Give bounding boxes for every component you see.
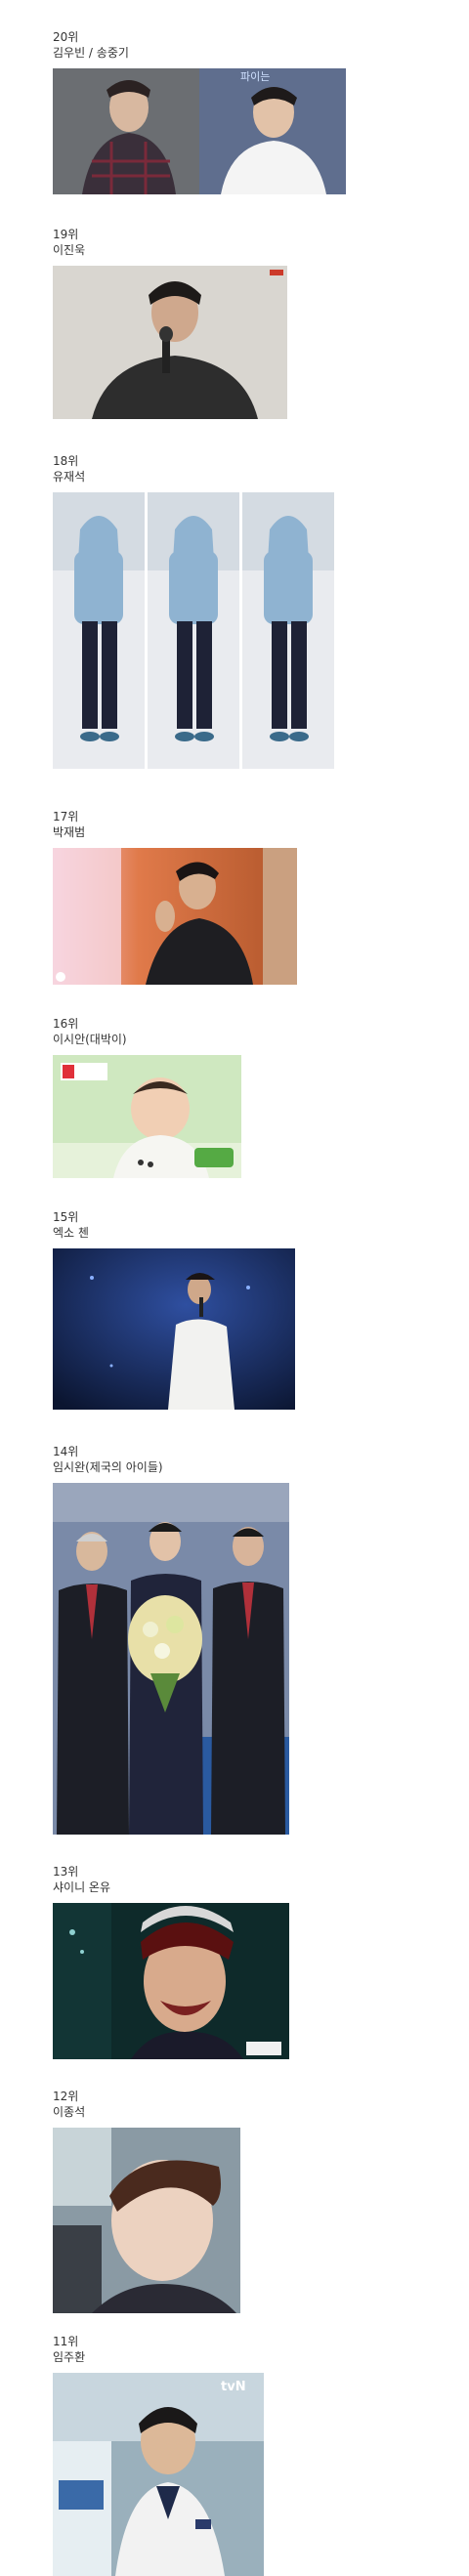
person-name: 김우빈 / 송중기 [53, 46, 129, 60]
photo-daebak-baby [53, 1055, 241, 1178]
rank-label: 20위 [53, 30, 79, 44]
photo-exo-chen [53, 1248, 295, 1410]
person-name: 박재범 [53, 825, 86, 839]
ranking-entry-14: 14위 임시완(제국의 아이들) [53, 1444, 289, 1835]
ranking-entry-11: 11위 임주환 tvN [53, 2334, 264, 2576]
ranking-entry-18: 18위 유재석 [53, 453, 334, 769]
person-name: 이진욱 [53, 243, 86, 257]
ranking-entry-13: 13위 샤이니 온유 [53, 1864, 289, 2059]
photo-imsiwan-award [53, 1483, 289, 1835]
person-name: 이시안(대박이) [53, 1033, 127, 1046]
photo-imjoohwan: tvN [53, 2373, 264, 2576]
rank-label: 16위 [53, 1017, 79, 1031]
ranking-entry-12: 12위 이종석 [53, 2089, 240, 2313]
ranking-entry-17: 17위 박재범 [53, 809, 297, 985]
ranking-entry-19: 19위 이진욱 [53, 227, 287, 419]
rank-label: 15위 [53, 1210, 79, 1224]
person-name: 이종석 [53, 2105, 86, 2119]
person-name: 유재석 [53, 470, 86, 484]
rank-label: 14위 [53, 1445, 79, 1458]
person-name: 임시완(제국의 아이들) [53, 1460, 163, 1474]
person-name: 임주환 [53, 2350, 86, 2364]
rank-label: 12위 [53, 2090, 79, 2103]
photo-parkjaebeom [53, 848, 297, 985]
ranking-entry-16: 16위 이시안(대박이) [53, 1016, 241, 1178]
ranking-entry-15: 15위 엑소 첸 [53, 1209, 295, 1410]
photo-leejongsuk-selfie [53, 2128, 240, 2313]
photo-leejinwook [53, 266, 287, 419]
rank-label: 17위 [53, 810, 79, 823]
rank-label: 11위 [53, 2335, 79, 2348]
rank-label: 19위 [53, 228, 79, 241]
watermark-badge: 파이는 [240, 70, 270, 83]
person-name: 샤이니 온유 [53, 1880, 111, 1894]
ranking-entry-20: 20위 김우빈 / 송중기 파이는 [53, 29, 346, 194]
photo-yoojaesuk-walking [53, 492, 334, 769]
tvn-logo: tvN [221, 2380, 246, 2394]
person-name: 엑소 첸 [53, 1226, 89, 1240]
rank-label: 13위 [53, 1865, 79, 1879]
photo-shinee-onew [53, 1903, 289, 2059]
photo-kimwoobin-songjoongki: 파이는 [53, 68, 346, 194]
rank-label: 18위 [53, 454, 79, 468]
